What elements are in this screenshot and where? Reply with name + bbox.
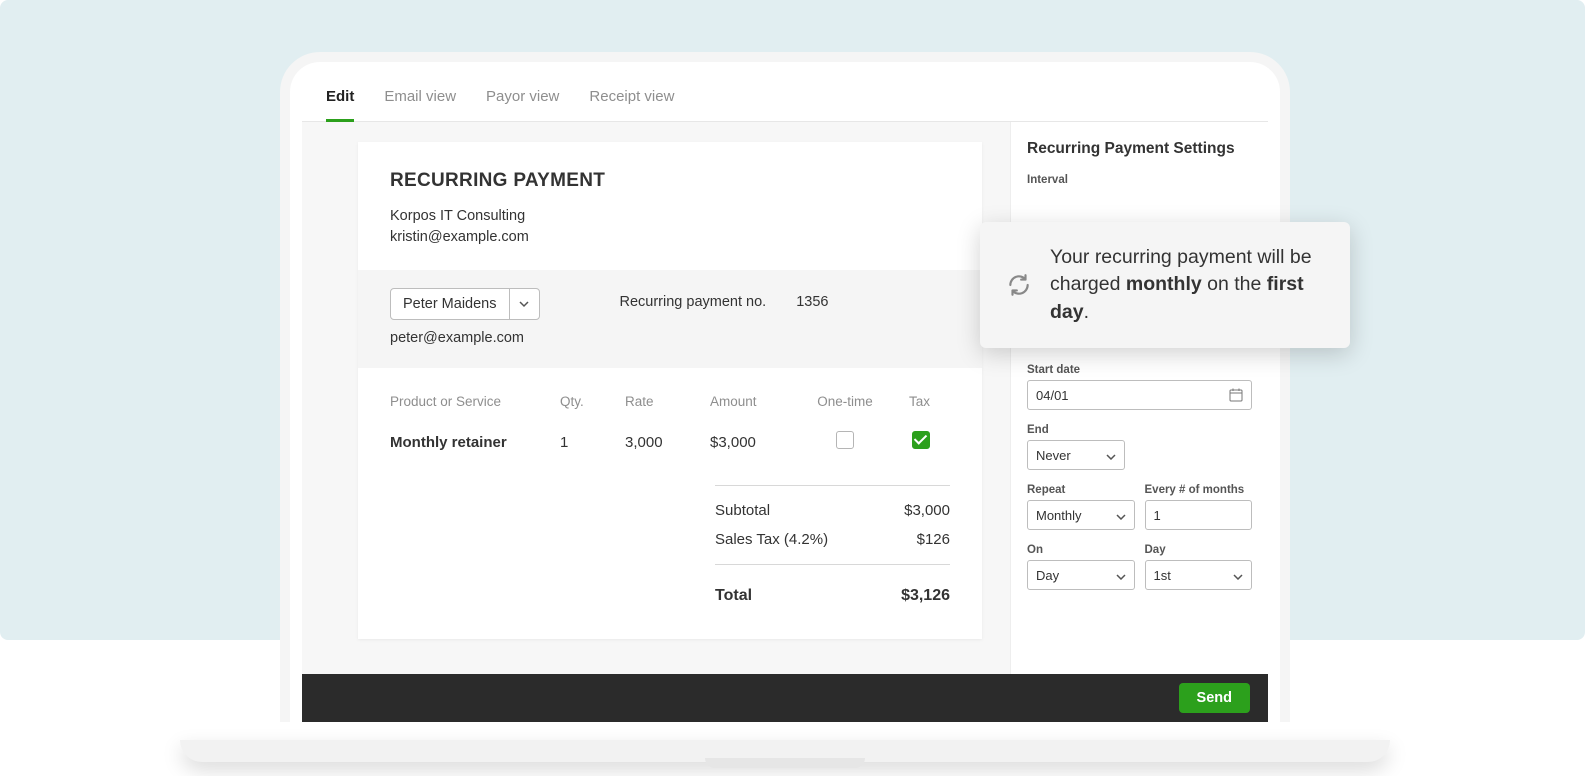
invoice-header: RECURRING PAYMENT Korpos IT Consulting k… (358, 142, 982, 270)
col-onetime: One-time (805, 394, 885, 409)
chevron-down-icon (1116, 568, 1126, 583)
col-amount: Amount (710, 394, 805, 409)
recurring-tooltip: Your recurring payment will be charged m… (980, 222, 1350, 348)
repeat-group: Repeat Monthly (1027, 484, 1135, 530)
chevron-down-icon (509, 289, 539, 319)
subtotal-value: $3,000 (904, 502, 950, 519)
rp-label: Recurring payment no. (620, 294, 767, 310)
every-group: Every # of months 1 (1145, 484, 1253, 530)
repeat-select[interactable]: Monthly (1027, 500, 1135, 530)
tab-email-view[interactable]: Email view (384, 88, 456, 121)
total-label: Total (715, 587, 752, 605)
subtotal-label: Subtotal (715, 502, 770, 519)
footer-bar: Send (302, 674, 1268, 722)
tax-checkbox[interactable] (912, 431, 930, 449)
repeat-label: Repeat (1027, 484, 1135, 496)
line-onetime (805, 431, 885, 453)
repeat-value: Monthly (1036, 508, 1082, 523)
divider (715, 564, 950, 565)
start-date-group: Start date 04/01 (1027, 364, 1252, 410)
line-rate: 3,000 (625, 434, 710, 451)
tabs-bar: Edit Email view Payor view Receipt view (302, 74, 1268, 122)
on-group: On Day (1027, 544, 1135, 590)
col-rate: Rate (625, 394, 710, 409)
onetime-checkbox[interactable] (836, 431, 854, 449)
chevron-down-icon (1233, 568, 1243, 583)
tooltip-bold-1: monthly (1126, 273, 1202, 295)
start-date-label: Start date (1027, 364, 1252, 376)
tab-receipt-view[interactable]: Receipt view (589, 88, 674, 121)
line-qty: 1 (560, 434, 625, 451)
line-row: Monthly retainer 1 3,000 $3,000 (390, 431, 950, 453)
col-tax: Tax (885, 394, 930, 409)
tab-edit[interactable]: Edit (326, 88, 354, 122)
day-value: 1st (1154, 568, 1171, 583)
every-label: Every # of months (1145, 484, 1253, 496)
end-group: End Never (1027, 424, 1252, 470)
on-select[interactable]: Day (1027, 560, 1135, 590)
col-product: Product or Service (390, 394, 560, 409)
repeat-row: Repeat Monthly Every # of months 1 (1027, 484, 1252, 544)
interval-label: Interval (1027, 174, 1252, 186)
payor-select-value: Peter Maidens (391, 296, 509, 312)
rp-number: 1356 (796, 294, 828, 310)
subtotal-row: Subtotal $3,000 (715, 496, 950, 525)
start-date-input[interactable]: 04/01 (1027, 380, 1252, 410)
total-value: $3,126 (901, 587, 950, 605)
every-input[interactable]: 1 (1145, 500, 1253, 530)
content-area: RECURRING PAYMENT Korpos IT Consulting k… (302, 122, 1268, 720)
divider (715, 485, 950, 486)
laptop-notch (705, 758, 865, 768)
start-date-value: 04/01 (1036, 388, 1069, 403)
on-day-row: On Day Day 1st (1027, 544, 1252, 604)
chevron-down-icon (1106, 448, 1116, 463)
col-qty: Qty. (560, 394, 625, 409)
payor-row: Peter Maidens peter@example.com Recurrin… (358, 270, 982, 368)
tooltip-mid: on the (1202, 273, 1267, 295)
laptop-base (180, 740, 1390, 762)
refresh-icon (1006, 272, 1032, 298)
day-group: Day 1st (1145, 544, 1253, 590)
recurring-number: Recurring payment no. 1356 (620, 294, 829, 310)
day-select[interactable]: 1st (1145, 560, 1253, 590)
tab-payor-view[interactable]: Payor view (486, 88, 559, 121)
laptop-frame: Edit Email view Payor view Receipt view … (280, 52, 1290, 742)
payor-left: Peter Maidens peter@example.com (390, 288, 540, 346)
tooltip-text: Your recurring payment will be charged m… (1050, 244, 1324, 326)
line-amount: $3,000 (710, 434, 805, 451)
chevron-down-icon (1116, 508, 1126, 523)
send-button[interactable]: Send (1179, 683, 1250, 713)
payor-select[interactable]: Peter Maidens (390, 288, 540, 320)
invoice-card: RECURRING PAYMENT Korpos IT Consulting k… (358, 142, 982, 639)
totals-inner: Subtotal $3,000 Sales Tax (4.2%) $126 To… (715, 485, 950, 611)
end-select[interactable]: Never (1027, 440, 1125, 470)
settings-title: Recurring Payment Settings (1027, 140, 1252, 158)
tooltip-post: . (1084, 301, 1089, 323)
line-header: Product or Service Qty. Rate Amount One-… (390, 394, 950, 409)
on-label: On (1027, 544, 1135, 556)
taxtotal-value: $126 (917, 531, 950, 548)
totals: Subtotal $3,000 Sales Tax (4.2%) $126 To… (358, 463, 982, 639)
company-name: Korpos IT Consulting (390, 206, 950, 227)
invoice-title: RECURRING PAYMENT (390, 170, 950, 192)
line-items: Product or Service Qty. Rate Amount One-… (358, 368, 982, 463)
end-value: Never (1036, 448, 1071, 463)
total-row: Total $3,126 (715, 575, 950, 611)
every-value: 1 (1154, 508, 1161, 523)
company-email: kristin@example.com (390, 227, 950, 248)
line-tax (885, 431, 930, 453)
tax-row: Sales Tax (4.2%) $126 (715, 525, 950, 554)
app-screen: Edit Email view Payor view Receipt view … (302, 74, 1268, 722)
invoice-panel: RECURRING PAYMENT Korpos IT Consulting k… (302, 122, 1010, 720)
calendar-icon (1229, 388, 1243, 402)
line-product: Monthly retainer (390, 434, 560, 451)
payor-email: peter@example.com (390, 330, 540, 346)
end-label: End (1027, 424, 1252, 436)
day-label: Day (1145, 544, 1253, 556)
taxtotal-label: Sales Tax (4.2%) (715, 531, 828, 548)
settings-panel: Recurring Payment Settings Interval Star… (1010, 122, 1268, 720)
on-value: Day (1036, 568, 1059, 583)
laptop-body: Edit Email view Payor view Receipt view … (280, 52, 1290, 722)
